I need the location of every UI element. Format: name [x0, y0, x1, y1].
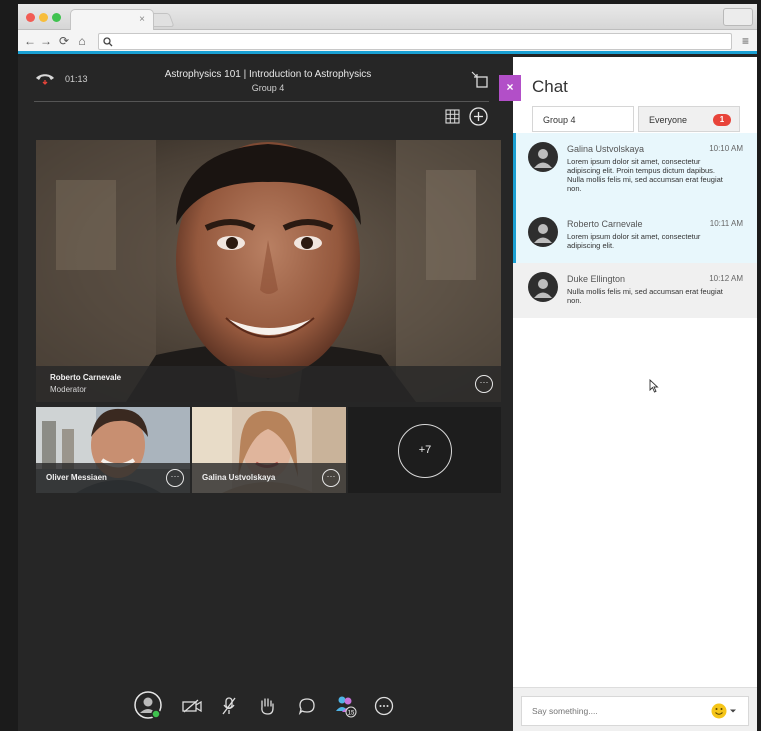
browser-tabbar: × [18, 4, 757, 31]
hand-icon [261, 698, 274, 715]
raise-hand-button[interactable] [254, 693, 280, 719]
chat-message: Galina Ustvolskaya 10:10 AM Lorem ipsum … [513, 133, 757, 205]
speaker-name: Roberto Carnevale [50, 373, 122, 382]
participants-count: 15 [348, 711, 355, 717]
tab-group[interactable]: Group 4 [532, 106, 634, 132]
session-controls: 15 [18, 687, 513, 727]
avatar [528, 272, 558, 302]
search-icon [103, 37, 113, 47]
close-chat-button[interactable]: × [499, 75, 521, 101]
maximize-window-button[interactable] [52, 13, 61, 22]
window-control-button[interactable] [723, 8, 753, 26]
close-window-button[interactable] [26, 13, 35, 22]
camera-toggle-button[interactable] [179, 693, 205, 719]
smiley-icon [711, 703, 727, 719]
unread-badge: 1 [713, 114, 731, 126]
add-video-icon[interactable] [469, 107, 488, 126]
thumbnail-caption: Oliver Messiaen ··· [36, 463, 190, 493]
participants-icon: 15 [336, 696, 357, 718]
user-icon [534, 279, 552, 298]
main-video-caption: Roberto Carnevale Moderator ··· [36, 366, 501, 402]
grid-view-icon[interactable] [445, 109, 460, 124]
browser-toolbar: ← → ⟳ ⌂ ≡ [18, 30, 757, 54]
thumbnail-caption: Galina Ustvolskaya ··· [192, 463, 346, 493]
chat-message: Roberto Carnevale 10:11 AM Lorem ipsum d… [513, 208, 757, 263]
forward-icon[interactable]: → [40, 34, 52, 48]
session-title: Astrophysics 101 | Introduction to Astro… [164, 69, 372, 80]
message-text: Nulla mollis felis mi, sed accumsan erat… [567, 287, 723, 305]
mouse-cursor-icon [649, 379, 659, 393]
chat-title: Chat [532, 77, 568, 96]
speaker-role: Moderator [50, 385, 87, 394]
more-options-button[interactable]: ··· [166, 469, 184, 487]
message-text: Lorem ipsum dolor sit amet, consectetur … [567, 232, 701, 250]
chat-panel: × Chat Group 4 Everyone 1 Galina Ustvols… [499, 57, 757, 731]
emoji-picker-button[interactable] [711, 703, 737, 719]
tab-label: Group 4 [543, 115, 576, 125]
my-status-button[interactable] [133, 690, 163, 720]
message-text: Lorem ipsum dolor sit amet, consectetur … [567, 157, 723, 193]
more-options-button[interactable]: ··· [475, 375, 493, 393]
user-icon [534, 224, 552, 243]
message-author: Roberto Carnevale [567, 219, 643, 229]
camera-off-icon [182, 699, 202, 713]
chat-bubble-icon [298, 698, 315, 715]
tab-everyone[interactable]: Everyone 1 [638, 106, 740, 132]
back-icon[interactable]: ← [24, 34, 36, 48]
chat-button[interactable] [294, 693, 320, 719]
more-icon [374, 696, 394, 716]
participants-button[interactable]: 15 [333, 693, 359, 719]
speaker-video-image [36, 140, 501, 402]
message-author: Duke Ellington [567, 274, 626, 284]
reload-icon[interactable]: ⟳ [58, 34, 70, 48]
more-participants-button[interactable]: +7 [398, 424, 452, 478]
tab-label: Everyone [649, 115, 688, 125]
message-time: 10:10 AM [709, 144, 743, 153]
microphone-toggle-button[interactable] [216, 693, 242, 719]
browser-window: × ← → ⟳ ⌂ ≡ 01:13 Astrophysics 101 | Int… [18, 4, 757, 731]
leave-session-icon[interactable] [34, 71, 56, 85]
participant-thumbnail[interactable]: Oliver Messiaen ··· [36, 407, 190, 493]
menu-icon[interactable]: ≡ [742, 34, 749, 48]
message-author: Galina Ustvolskaya [567, 144, 645, 154]
home-icon[interactable]: ⌂ [76, 34, 88, 48]
chat-composer [513, 687, 757, 731]
avatar-icon [134, 691, 162, 719]
browser-tab[interactable]: × [70, 9, 154, 31]
message-time: 10:12 AM [709, 274, 743, 283]
header-divider [34, 101, 489, 102]
avatar [528, 142, 558, 172]
chevron-down-icon [730, 709, 736, 713]
address-bar[interactable] [98, 33, 732, 50]
participant-thumbnail[interactable]: Galina Ustvolskaya ··· [192, 407, 346, 493]
session-timer: 01:13 [65, 74, 88, 84]
main-video-feed[interactable]: Roberto Carnevale Moderator ··· [36, 140, 501, 402]
participant-name: Oliver Messiaen [46, 473, 107, 482]
session-group: Group 4 [251, 83, 285, 93]
minimize-window-button[interactable] [39, 13, 48, 22]
user-icon [534, 149, 552, 168]
avatar [528, 217, 558, 247]
more-options-button[interactable]: ··· [322, 469, 340, 487]
tab-close-icon[interactable]: × [139, 14, 145, 25]
message-time: 10:11 AM [709, 219, 743, 228]
session-header: 01:13 Astrophysics 101 | Introduction to… [18, 57, 513, 126]
microphone-off-icon [222, 697, 236, 715]
more-controls-button[interactable] [371, 693, 397, 719]
collapse-icon[interactable] [471, 71, 489, 89]
participant-name: Galina Ustvolskaya [202, 473, 276, 482]
chat-message: Duke Ellington 10:12 AM Nulla mollis fel… [513, 263, 757, 318]
video-stage: 01:13 Astrophysics 101 | Introduction to… [18, 57, 513, 731]
